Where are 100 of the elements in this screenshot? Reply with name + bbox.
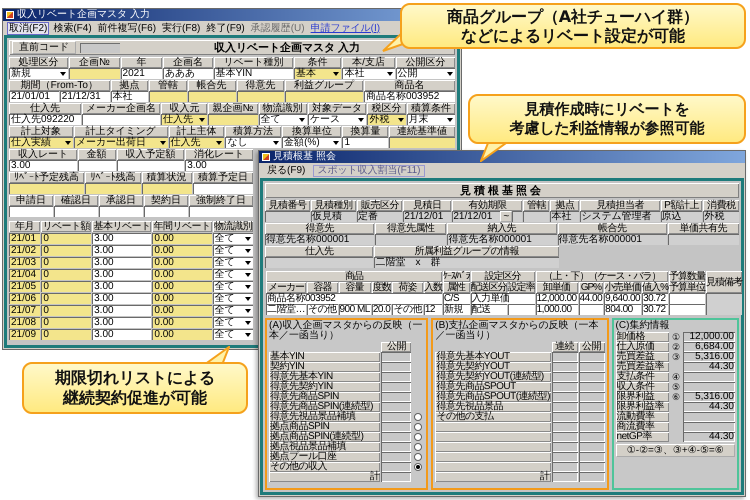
input-field[interactable]: 2021 — [120, 68, 162, 79]
input-field[interactable]: 3.00 — [92, 257, 152, 268]
input-field[interactable]: 21/03 — [9, 257, 40, 268]
input-field[interactable]: あああ — [163, 68, 213, 79]
dropdown-field[interactable]: 仕入先 — [168, 137, 224, 148]
input-field[interactable] — [189, 206, 253, 217]
dropdown-field[interactable]: 全て — [212, 269, 253, 280]
dropdown-field[interactable]: 金額(%) — [282, 137, 342, 148]
input-field[interactable] — [389, 137, 455, 148]
menu-item[interactable]: 検索(F4) — [51, 22, 94, 34]
input-field[interactable]: 0 — [41, 257, 92, 268]
dropdown-field[interactable]: 全て — [212, 329, 253, 340]
menu-item[interactable]: 前件複写(F6) — [96, 22, 158, 34]
toolbar-button[interactable]: 戻る(F9) — [263, 164, 310, 176]
input-field[interactable]: 0 — [41, 281, 92, 292]
input-field[interactable]: 3.00 — [92, 281, 152, 292]
input-field[interactable] — [9, 206, 53, 217]
input-field[interactable] — [208, 114, 258, 125]
input-field[interactable] — [69, 68, 120, 79]
menu-item[interactable]: 実行(F8) — [160, 22, 202, 34]
input-field[interactable]: 0.00 — [152, 329, 212, 340]
input-field[interactable] — [192, 183, 253, 194]
dropdown-field[interactable]: 全て — [258, 114, 307, 125]
dropdown-field[interactable]: 全て — [212, 257, 253, 268]
input-field[interactable] — [149, 91, 187, 102]
input-field[interactable]: 3.00 — [92, 305, 152, 316]
menu-link[interactable]: 申請ファイル(I) — [308, 22, 382, 34]
input-field[interactable]: 21/01 — [9, 233, 40, 244]
radio-button[interactable] — [414, 463, 422, 471]
input-field[interactable]: 21/04 — [9, 269, 40, 280]
range-button[interactable]: ~ — [500, 211, 512, 222]
input-field[interactable]: 3.00 — [92, 329, 152, 340]
input-field[interactable]: 0 — [41, 233, 92, 244]
input-field[interactable] — [78, 160, 116, 171]
input-field[interactable]: 3.00 — [92, 317, 152, 328]
dropdown-field[interactable]: 全て — [212, 233, 253, 244]
input-field[interactable] — [236, 91, 284, 102]
input-field[interactable]: 仕入先092220 — [9, 114, 81, 125]
dropdown-field[interactable]: 全て — [212, 305, 253, 316]
input-field[interactable]: 0 — [41, 329, 92, 340]
dropdown-field[interactable]: 仕入実績 — [9, 137, 73, 148]
input-field[interactable]: 0 — [41, 245, 92, 256]
input-field[interactable] — [85, 183, 140, 194]
input-field[interactable]: 21/06 — [9, 293, 40, 304]
radio-button[interactable] — [414, 423, 422, 431]
input-field[interactable]: 21/05 — [9, 281, 40, 292]
input-field[interactable]: 0 — [41, 317, 92, 328]
dropdown-field[interactable]: 全て — [212, 281, 253, 292]
input-field[interactable] — [54, 206, 98, 217]
input-field[interactable]: 3.00 — [92, 269, 152, 280]
menu-item[interactable]: 取消(F2) — [7, 22, 50, 34]
input-field[interactable]: 0.00 — [152, 269, 212, 280]
input-field[interactable]: 0 — [41, 269, 92, 280]
input-field[interactable] — [285, 91, 363, 102]
input-field[interactable]: 0.00 — [152, 317, 212, 328]
input-field[interactable]: 21/02 — [9, 245, 40, 256]
input-field[interactable]: 基本YIN — [214, 68, 293, 79]
input-field[interactable]: 0.00 — [152, 293, 212, 304]
input-field[interactable]: 21/09 — [9, 329, 40, 340]
input-field[interactable]: 0.00 — [152, 233, 212, 244]
dropdown-field[interactable]: ケース — [308, 114, 366, 125]
dropdown-field[interactable]: 全て — [212, 293, 253, 304]
dropdown-field[interactable]: 月末 — [406, 114, 455, 125]
formula-button[interactable]: ①-②=③、③+④-⑤=⑥ — [616, 444, 735, 457]
dropdown-field[interactable]: 外税 — [367, 114, 406, 125]
input-field[interactable]: 1 — [342, 137, 388, 148]
input-field[interactable] — [188, 91, 236, 102]
input-field[interactable]: 3.00 — [92, 245, 152, 256]
input-field[interactable] — [9, 183, 84, 194]
input-field[interactable]: 商品名称003952 — [364, 91, 455, 102]
input-field[interactable]: 3.00 — [9, 160, 77, 171]
dropdown-field[interactable]: 全て — [212, 317, 253, 328]
dropdown-field[interactable]: 全て — [212, 245, 253, 256]
dropdown-field[interactable]: 仕入先 — [161, 114, 208, 125]
input-field[interactable] — [116, 160, 184, 171]
input-field[interactable]: 0.00 — [152, 245, 212, 256]
code-button[interactable]: 直前コード — [12, 41, 76, 54]
input-field[interactable]: 21/07 — [9, 305, 40, 316]
input-field[interactable]: 3.00 — [92, 293, 152, 304]
menu-item[interactable]: 終了(F9) — [204, 22, 247, 34]
radio-button[interactable] — [414, 453, 422, 461]
radio-button[interactable] — [414, 413, 422, 421]
radio-button[interactable] — [414, 443, 422, 451]
dropdown-field[interactable]: なし — [225, 137, 282, 148]
dropdown-field[interactable]: 本社 — [342, 68, 395, 79]
input-field[interactable]: 0.00 — [152, 305, 212, 316]
dropdown-field[interactable]: 新規 — [9, 68, 68, 79]
input-field[interactable] — [82, 114, 160, 125]
input-field[interactable]: 本社 — [110, 91, 148, 102]
input-field[interactable]: 21/08 — [9, 317, 40, 328]
input-field[interactable]: 0.00 — [152, 281, 212, 292]
input-field[interactable] — [144, 206, 188, 217]
input-field[interactable]: 0 — [41, 305, 92, 316]
input-field[interactable]: 3.00 — [92, 233, 152, 244]
dropdown-field[interactable]: 基本 — [294, 68, 342, 79]
radio-button[interactable] — [414, 433, 422, 441]
input-field[interactable]: 3.00 — [185, 160, 253, 171]
dropdown-field[interactable]: メーカー出荷日 — [74, 137, 168, 148]
input-field[interactable] — [99, 206, 143, 217]
input-field[interactable]: 21/01/01 — [9, 91, 59, 102]
